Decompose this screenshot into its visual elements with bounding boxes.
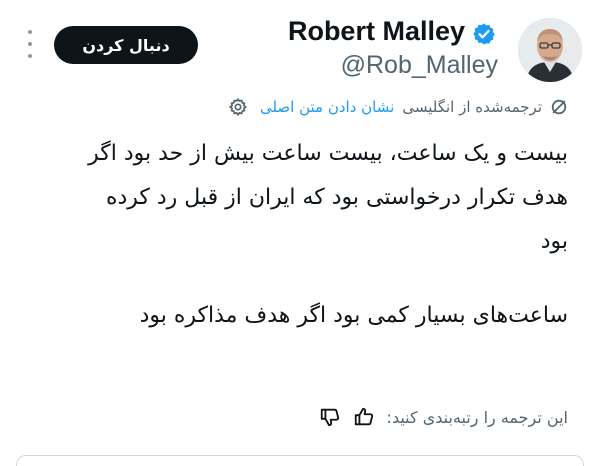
more-vertical-icon[interactable] xyxy=(22,30,38,58)
avatar[interactable] xyxy=(518,18,582,82)
avatar-image xyxy=(518,18,582,82)
tweet-line: بود xyxy=(540,229,568,254)
tweet-line: هدف تکرار درخواستی بود که ایران از قبل ر… xyxy=(105,185,568,210)
thumbs-up-icon[interactable] xyxy=(353,406,375,428)
rate-translation-label: این ترجمه را رتبه‌بندی کنید: xyxy=(386,407,568,427)
user-handle[interactable]: @Rob_Malley xyxy=(341,51,498,80)
tweet-line: ساعت‌های بسیار کمی بود اگر هدف مذاکره بو… xyxy=(139,303,568,328)
verified-badge-icon xyxy=(473,23,495,45)
translate-icon xyxy=(551,99,567,115)
more-dot xyxy=(28,30,32,34)
user-display-name[interactable]: Robert Malley xyxy=(288,16,465,47)
thumbs-down-icon[interactable] xyxy=(319,406,341,428)
tweet-line: بیست و یک ساعت، بیست ساعت بیش از حد بود … xyxy=(88,141,568,166)
more-dot xyxy=(28,54,32,58)
tweet-text: بیست و یک ساعت، بیست ساعت بیش از حد بود … xyxy=(28,132,568,338)
translation-bar: ترجمه‌شده از انگلیسی نشان دادن متن اصلی xyxy=(228,94,568,120)
more-dot xyxy=(28,42,32,46)
translated-from-label: ترجمه‌شده از انگلیسی xyxy=(402,98,542,116)
gear-icon[interactable] xyxy=(228,97,248,117)
rate-translation-bar: این ترجمه را رتبه‌بندی کنید: xyxy=(319,402,568,432)
follow-button[interactable]: دنبال کردن xyxy=(54,26,198,64)
show-original-link[interactable]: نشان دادن متن اصلی xyxy=(260,98,394,116)
